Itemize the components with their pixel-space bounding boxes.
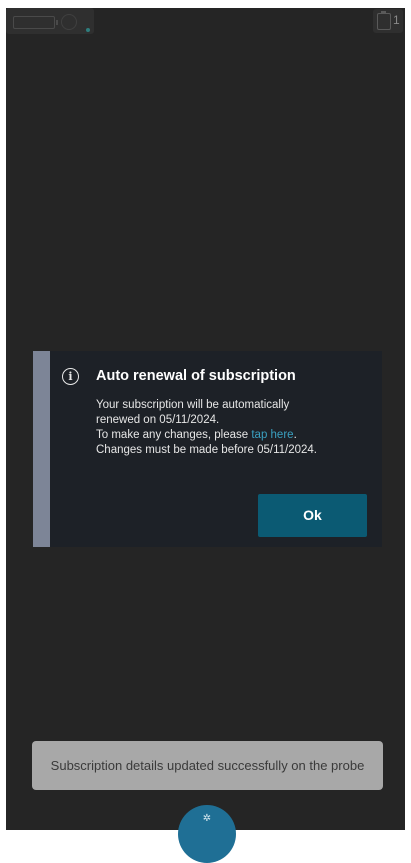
clipboard-icon [377,11,391,30]
tap-here-link[interactable]: tap here [251,429,293,441]
dialog-message-line: renewed on 05/11/2024. [96,414,220,426]
battery-icon [13,16,58,29]
dialog-message: Your subscription will be automatically … [96,398,371,458]
clipboard-notification-button[interactable]: 1 [373,9,403,33]
dialog-title: Auto renewal of subscription [96,368,296,384]
signal-icon [61,14,77,30]
notification-count: 1 [393,13,400,27]
auto-renewal-dialog: i Auto renewal of subscription Your subs… [33,351,382,547]
probe-button[interactable]: ✲ [178,805,236,863]
dialog-message-text: To make any changes, please [96,429,252,441]
device-status-panel [6,8,94,34]
probe-icon: ✲ [202,813,212,824]
info-icon: i [62,368,79,385]
dialog-message-text: . [293,429,297,441]
dialog-accent-bar [33,351,50,547]
dialog-message-line: Changes must be made before 05/11/2024. [96,444,317,456]
ok-button[interactable]: Ok [258,494,367,537]
toast-message: Subscription details updated successfull… [32,741,383,790]
dialog-message-line: Your subscription will be automatically [96,399,290,411]
dialog-message-line-with-link: To make any changes, please tap here. [96,428,371,443]
connection-indicator-icon [86,28,90,32]
toast-text: Subscription details updated successfull… [50,758,365,773]
